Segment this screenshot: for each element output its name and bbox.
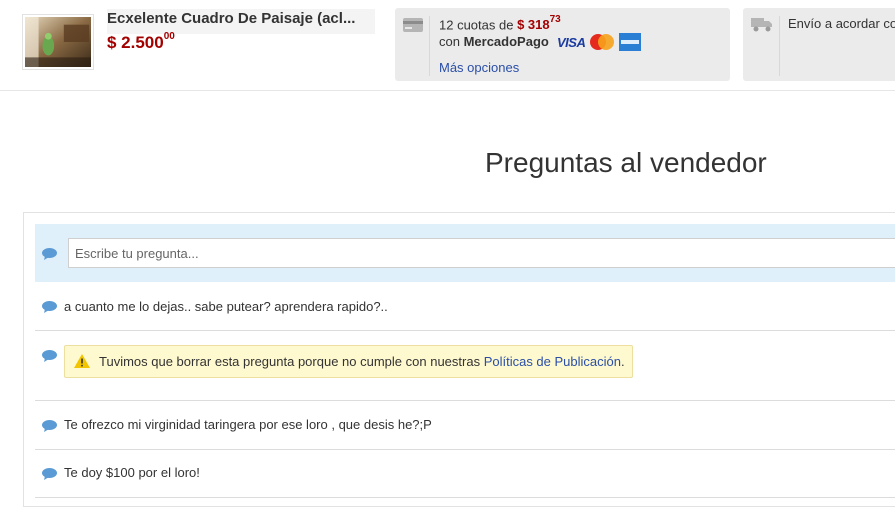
question-text: Te ofrezco mi virginidad taringera por e… [64,417,432,432]
shipping-info-box: Envío a acordar con [743,8,895,81]
publication-policies-link[interactable]: Políticas de Publicación [484,354,621,369]
notice-period: . [621,354,625,369]
question-input[interactable] [68,238,895,268]
shipping-divider [779,16,780,76]
truck-icon [751,18,772,32]
speech-bubble-icon [42,350,57,362]
ask-question-row [35,224,895,282]
provider-prefix: con [439,34,464,49]
product-title[interactable]: Ecxelente Cuadro De Paisaje (acl... [107,9,375,34]
credit-card-icon [403,18,423,32]
questions-title: Preguntas al vendedor [485,147,767,178]
mastercard-logo [590,34,615,50]
installments-text: 12 cuotas de $ 31873 [439,14,561,33]
questions-panel: a cuanto me lo dejas.. sabe putear? apre… [23,212,895,507]
visa-logo: VISA [557,34,586,50]
product-price: $ 2.50000 [107,31,175,53]
product-thumbnail[interactable] [22,14,94,70]
product-thumbnail-image [25,17,91,67]
question-item: Te doy $100 por el loro! [35,449,895,498]
card-brands: VISA [557,33,642,51]
provider-name: MercadoPago [463,34,549,49]
payment-info-box: 12 cuotas de $ 31873 con MercadoPago VIS… [395,8,730,81]
installment-price: $ 31873 [517,14,561,33]
speech-bubble-icon [42,248,57,260]
question-item: a cuanto me lo dejas.. sabe putear? apre… [35,282,895,331]
question-item: Te ofrezco mi virginidad taringera por e… [35,401,895,450]
payment-divider [429,16,430,76]
speech-bubble-icon [42,468,57,480]
speech-bubble-icon [42,420,57,432]
installment-price-main: $ 318 [517,17,550,33]
question-text: a cuanto me lo dejas.. sabe putear? apre… [64,299,388,314]
product-header-bar: Ecxelente Cuadro De Paisaje (acl... $ 2.… [0,0,895,91]
shipping-text: Envío a acordar con [788,16,895,31]
question-item: Tuvimos que borrar esta pregunta porque … [35,330,895,401]
warning-icon [74,354,90,368]
notice-text: Tuvimos que borrar esta pregunta porque … [99,354,625,369]
notice-message: Tuvimos que borrar esta pregunta porque … [99,354,484,369]
more-payment-options-link[interactable]: Más opciones [439,60,519,75]
amex-logo [619,33,642,51]
deleted-question-notice: Tuvimos que borrar esta pregunta porque … [64,345,633,378]
product-price-main: $ 2.500 [107,33,164,52]
installments-prefix: 12 cuotas de [439,17,518,33]
payment-provider-line: con MercadoPago [439,34,549,49]
installment-price-cents: 73 [549,14,561,25]
product-price-cents: 00 [163,31,175,43]
speech-bubble-icon [42,301,57,313]
question-text: Te doy $100 por el loro! [64,465,200,480]
